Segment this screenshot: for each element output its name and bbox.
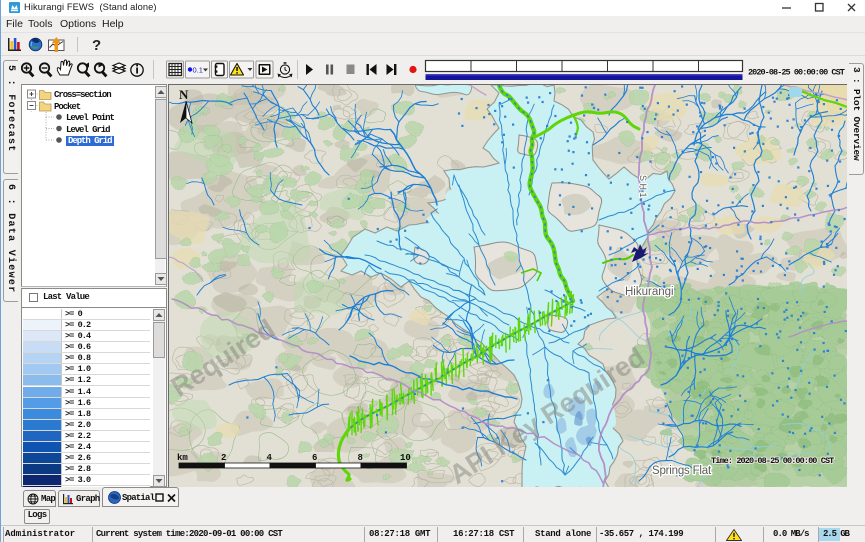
svg-text:?: ?: [92, 37, 101, 54]
svg-text:Time: 2020-08-25 00:00:00 CST: Time: 2020-08-25 00:00:00 CST: [711, 456, 834, 466]
svg-text:km: km: [177, 453, 188, 463]
svg-text:Springs Flat: Springs Flat: [652, 465, 712, 477]
svg-text:4: 4: [267, 453, 273, 463]
svg-text:10: 10: [400, 453, 411, 463]
svg-text:8: 8: [358, 453, 363, 463]
svg-text:2020-08-25 00:00:00 CST: 2020-08-25 00:00:00 CST: [748, 68, 845, 78]
svg-text:0.1: 0.1: [193, 65, 203, 74]
svg-text:S H 1: S H 1: [638, 175, 648, 198]
svg-text:N: N: [179, 87, 189, 102]
svg-text:2: 2: [221, 453, 226, 463]
svg-text:6: 6: [312, 453, 317, 463]
svg-text:Hikurangi: Hikurangi: [625, 286, 674, 298]
